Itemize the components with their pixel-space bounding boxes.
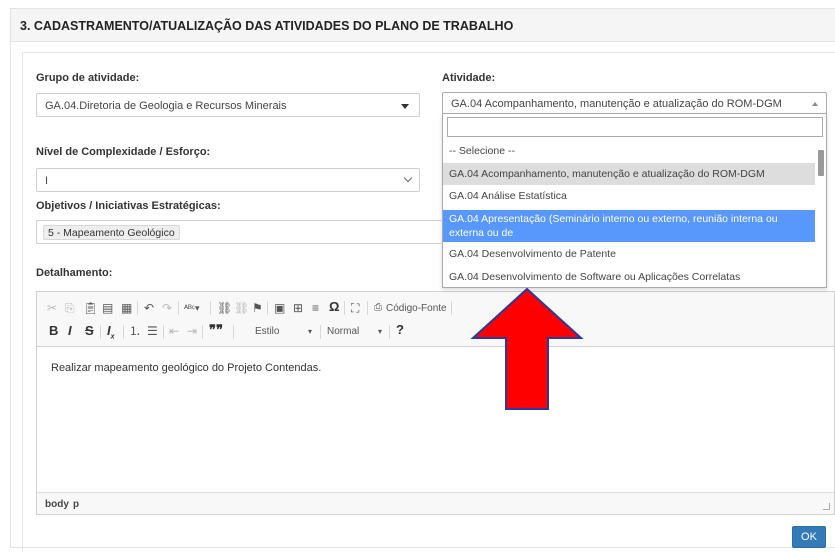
red-arrow-annotation [470, 287, 584, 410]
anchor-flag-icon[interactable]: ⚑ [252, 301, 263, 315]
editor-statusbar: body p [37, 492, 834, 514]
paste-text-icon[interactable]: ▤ [102, 301, 113, 315]
format-combo-arrow-icon[interactable]: ▾ [378, 325, 382, 339]
rich-text-editor: ✂ ⎘ 📋︎ ▤ ▦ ↶ ↷ ᴬᴮᶜ▾ ⛓ ⛓ ⚑ ▣ ⊞ ≡ Ω ⛶ ⎙ Có… [36, 291, 835, 515]
section-header: 3. CADASTRAMENTO/ATUALIZAÇÃO DAS ATIVIDA… [10, 8, 835, 42]
editor-toolbar: ✂ ⎘ 📋︎ ▤ ▦ ↶ ↷ ᴬᴮᶜ▾ ⛓ ⛓ ⚑ ▣ ⊞ ≡ Ω ⛶ ⎙ Có… [37, 292, 834, 347]
dropdown-scrollbar[interactable] [818, 150, 824, 176]
style-combo[interactable]: Estilo [255, 325, 279, 339]
ok-button[interactable]: OK [792, 526, 826, 548]
table-icon[interactable]: ⊞ [293, 301, 303, 315]
resize-handle-icon[interactable] [823, 503, 830, 510]
complexidade-select-value: I [45, 175, 49, 187]
objetivos-tag[interactable]: 5 - Mapeamento Geológico [43, 225, 180, 240]
dropdown-option[interactable]: -- Selecione -- [443, 144, 815, 158]
undo-icon[interactable]: ↶ [144, 301, 154, 315]
caret-up-icon [812, 102, 818, 106]
horizontal-line-icon[interactable]: ≡ [312, 301, 319, 315]
style-combo-arrow-icon[interactable]: ▾ [308, 325, 312, 339]
source-icon[interactable]: ⎙ [374, 301, 382, 315]
numbered-list-icon[interactable]: ⒈ [129, 324, 141, 338]
atividade-label: Atividade: [442, 72, 496, 84]
path-body[interactable]: body [45, 499, 69, 510]
link-icon[interactable]: ⛓ [217, 301, 232, 315]
section-title: 3. CADASTRAMENTO/ATUALIZAÇÃO DAS ATIVIDA… [20, 19, 514, 33]
grupo-label: Grupo de atividade: [36, 72, 140, 84]
path-p[interactable]: p [73, 499, 79, 510]
grupo-select[interactable]: GA.04.Diretoria de Geologia e Recursos M… [36, 93, 420, 117]
blockquote-icon[interactable]: ❞❞ [209, 323, 223, 337]
source-button[interactable]: Código-Fonte [386, 302, 447, 316]
up-arrow-icon [470, 287, 584, 410]
atividade-select-value: GA.04 Acompanhamento, manutenção e atual… [451, 98, 782, 110]
dropdown-search-input[interactable] [447, 117, 823, 137]
italic-button[interactable]: I [68, 324, 72, 338]
special-char-icon[interactable]: Ω [329, 300, 339, 314]
spellcheck-icon[interactable]: ᴬᴮᶜ▾ [184, 301, 200, 315]
complexidade-select[interactable]: I [36, 168, 420, 192]
option-line-1: GA.04 Apresentação (Seminário interno ou… [449, 213, 778, 239]
caret-down-icon [401, 104, 409, 109]
paste-icon[interactable]: 📋︎ [83, 301, 98, 315]
complexidade-label: Nível de Complexidade / Esforço: [36, 146, 211, 158]
dropdown-option-highlighted[interactable]: GA.04 Acompanhamento, manutenção e atual… [443, 163, 815, 185]
dropdown-option[interactable]: GA.04 Análise Estatística [443, 189, 815, 203]
detalhamento-label: Detalhamento: [36, 267, 113, 279]
outdent-icon[interactable]: ⇤ [169, 324, 179, 338]
chevron-down-icon [403, 173, 413, 183]
copy-icon[interactable]: ⎘ [65, 301, 75, 315]
dropdown-option-selected[interactable]: GA.04 Apresentação (Seminário interno ou… [443, 210, 815, 253]
cut-icon[interactable]: ✂ [47, 301, 57, 315]
indent-icon[interactable]: ⇥ [187, 324, 197, 338]
dropdown-option[interactable]: GA.04 Desenvolvimento de Software ou Apl… [443, 270, 815, 284]
objetivos-label: Objetivos / Iniciativas Estratégicas: [36, 200, 221, 212]
paste-word-icon[interactable]: ▦ [121, 301, 132, 315]
strike-button[interactable]: S [85, 324, 94, 338]
maximize-icon[interactable]: ⛶ [351, 301, 359, 315]
help-button[interactable]: ? [396, 323, 404, 337]
objetivos-multiselect[interactable]: 5 - Mapeamento Geológico [36, 220, 442, 244]
editor-content[interactable]: Realizar mapeamento geológico do Projeto… [51, 362, 321, 374]
bold-button[interactable]: B [49, 324, 58, 338]
image-icon[interactable]: ▣ [274, 301, 285, 315]
format-combo[interactable]: Normal [327, 325, 359, 339]
bullet-list-icon[interactable]: ☰ [147, 324, 158, 338]
atividade-dropdown: -- Selecione -- GA.04 Acompanhamento, ma… [442, 113, 827, 288]
remove-format-icon[interactable]: Ix [107, 324, 115, 345]
atividade-select[interactable]: GA.04 Acompanhamento, manutenção e atual… [442, 92, 827, 114]
dropdown-option[interactable]: GA.04 Desenvolvimento de Patente [443, 247, 815, 261]
grupo-select-value: GA.04.Diretoria de Geologia e Recursos M… [45, 100, 287, 112]
unlink-icon[interactable]: ⛓ [234, 301, 249, 315]
redo-icon[interactable]: ↷ [162, 301, 172, 315]
